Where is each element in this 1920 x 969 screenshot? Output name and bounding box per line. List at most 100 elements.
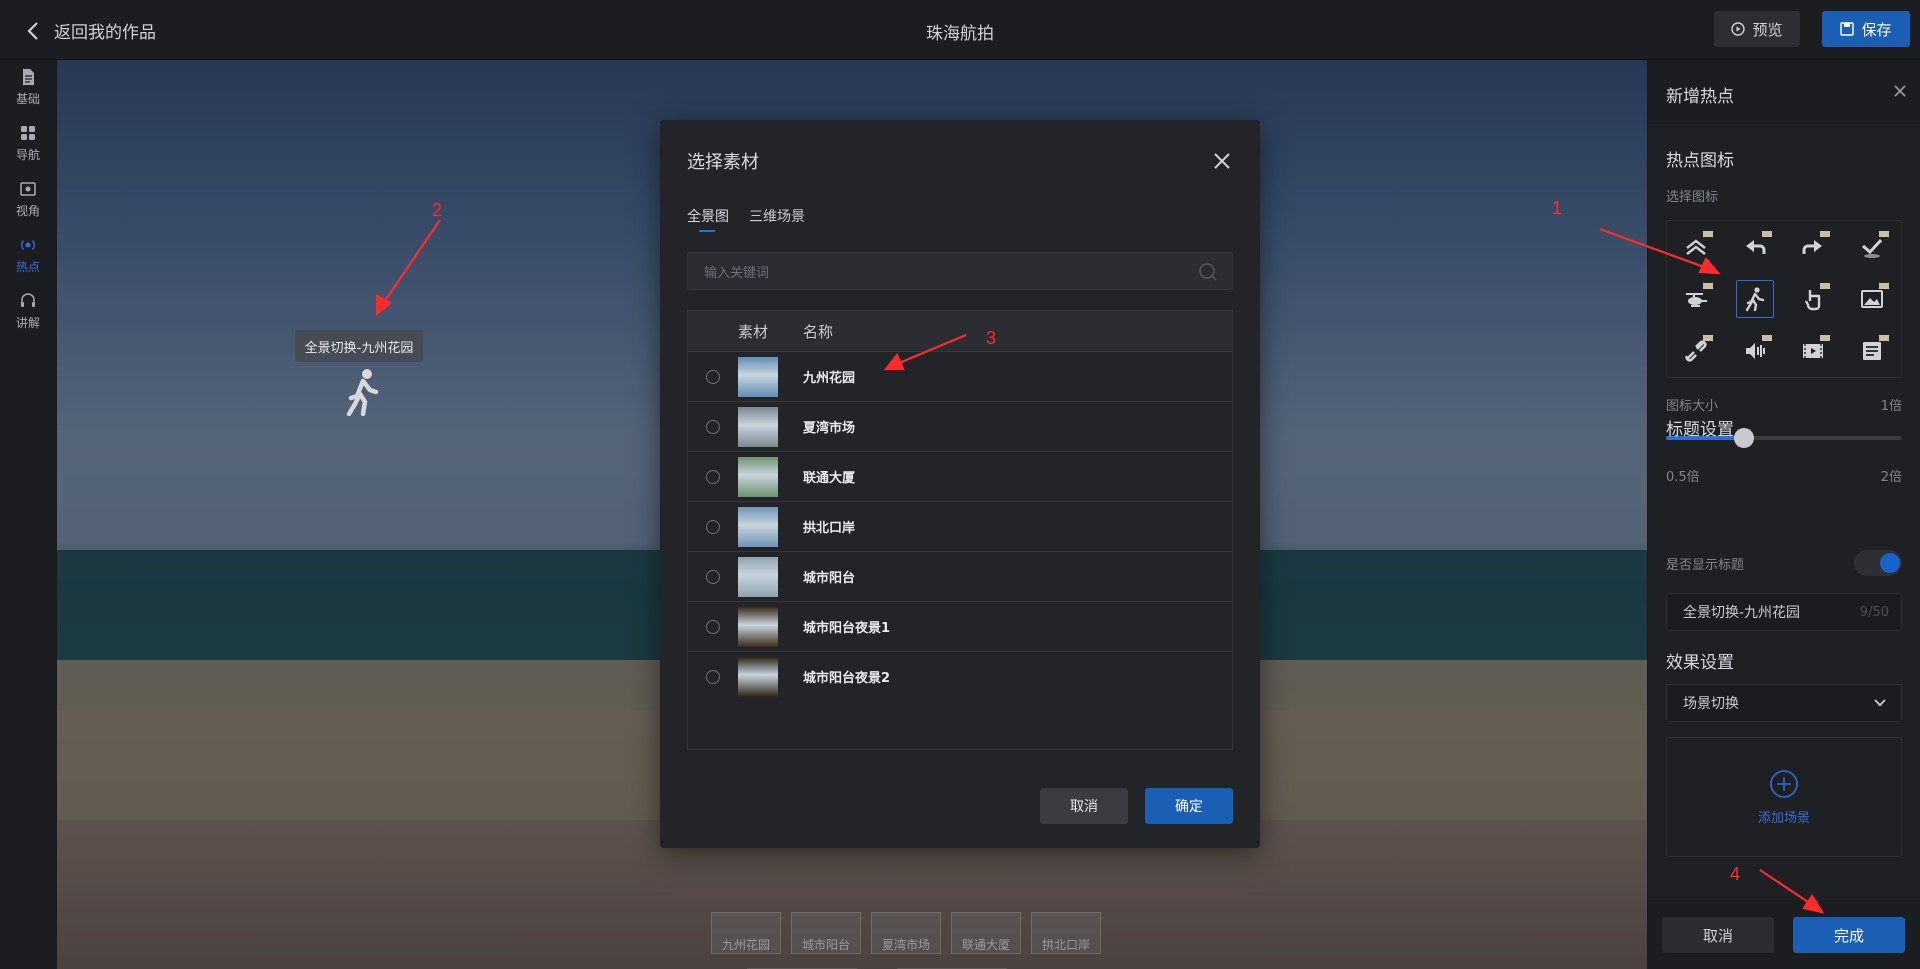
- rail-item-narration[interactable]: 讲解: [0, 284, 56, 338]
- walker-icon[interactable]: [1735, 280, 1774, 318]
- thumbnail-image: [738, 606, 778, 647]
- rail-item-hotspot[interactable]: 热点: [0, 228, 56, 282]
- text-icon[interactable]: [1853, 332, 1891, 370]
- panel-title: 新增热点: [1666, 87, 1734, 107]
- row-radio[interactable]: [688, 569, 738, 584]
- strip-thumb[interactable]: 城市阳台: [791, 912, 861, 954]
- table-row[interactable]: 联通大厦: [688, 451, 1232, 501]
- strip-thumb[interactable]: 九州花园: [711, 912, 781, 954]
- strip-thumb[interactable]: 拱北口岸: [1031, 912, 1101, 954]
- col-material: 素材: [738, 322, 769, 341]
- icon-size-value: 1倍: [1880, 399, 1902, 414]
- row-radio[interactable]: [688, 669, 738, 684]
- hotspot-title[interactable]: 全景切换-九州花园: [295, 330, 423, 362]
- table-row[interactable]: 城市阳台: [688, 551, 1232, 601]
- dialog-ok-button[interactable]: 确定: [1145, 788, 1233, 824]
- left-rail: 基础 导航 视角 热点 讲解: [0, 60, 56, 969]
- search-icon[interactable]: [1198, 262, 1218, 282]
- row-thumbnail: [738, 406, 803, 447]
- table-header: 素材 名称: [688, 311, 1232, 351]
- strip-thumb[interactable]: 夏湾市场: [871, 912, 941, 954]
- image-icon[interactable]: [1853, 280, 1891, 318]
- close-icon[interactable]: [1213, 152, 1231, 170]
- tab-3d-scene[interactable]: 三维场景: [749, 206, 805, 232]
- table-row[interactable]: 城市阳台夜景1: [688, 601, 1232, 651]
- search-input[interactable]: 输入关键词: [687, 252, 1233, 290]
- dialog-cancel-button[interactable]: 取消: [1040, 788, 1128, 824]
- rail-item-basic[interactable]: 基础: [0, 60, 56, 114]
- plus-circle-icon: [1770, 769, 1798, 798]
- effect-select[interactable]: 场景切换: [1666, 684, 1902, 722]
- panel-footer: 取消 完成: [1648, 900, 1920, 969]
- hand-pointer-icon[interactable]: [1794, 280, 1832, 318]
- show-title-row: 是否显示标题: [1666, 550, 1902, 576]
- row-thumbnail: [738, 656, 803, 697]
- close-icon[interactable]: [1893, 84, 1907, 98]
- show-title-label: 是否显示标题: [1666, 558, 1745, 573]
- icon-section-title: 热点图标: [1666, 151, 1734, 171]
- col-name: 名称: [803, 322, 834, 341]
- row-thumbnail: [738, 356, 803, 397]
- document-icon: [23, 68, 34, 85]
- search-placeholder: 输入关键词: [704, 265, 770, 281]
- row-radio[interactable]: [688, 419, 738, 434]
- tab-panorama[interactable]: 全景图: [687, 206, 729, 232]
- turn-left-icon[interactable]: [1736, 228, 1774, 266]
- turn-right-icon[interactable]: [1794, 228, 1832, 266]
- thumbnail-image: [738, 506, 778, 547]
- helicopter-icon[interactable]: [1677, 280, 1715, 318]
- panel-done-button[interactable]: 完成: [1793, 917, 1905, 953]
- row-name: 城市阳台: [803, 571, 856, 586]
- row-name: 九州花园: [803, 371, 856, 386]
- narration-icon: [21, 292, 35, 307]
- row-radio[interactable]: [688, 369, 738, 384]
- table-row[interactable]: 九州花园: [688, 351, 1232, 401]
- icon-size-label: 图标大小: [1666, 399, 1719, 414]
- dialog-tabs: 全景图 三维场景: [687, 206, 805, 232]
- walker-icon[interactable]: [343, 368, 383, 416]
- row-name: 联通大厦: [803, 471, 856, 486]
- thumbnail-image: [738, 656, 778, 697]
- table-row[interactable]: 夏湾市场: [688, 401, 1232, 451]
- show-title-toggle[interactable]: [1854, 550, 1902, 576]
- rail-item-nav[interactable]: 导航: [0, 116, 56, 170]
- save-label: 保存: [1861, 20, 1892, 39]
- panel-cancel-button[interactable]: 取消: [1662, 917, 1774, 953]
- save-button[interactable]: 保存: [1822, 11, 1910, 47]
- title-input[interactable]: 全景切换-九州花园 9/50: [1666, 593, 1902, 631]
- rail-label: 视角: [15, 203, 40, 218]
- link-icon[interactable]: [1677, 332, 1715, 370]
- preview-label: 预览: [1752, 20, 1783, 39]
- table-row[interactable]: 拱北口岸: [688, 501, 1232, 551]
- thumbnail-image: [738, 406, 778, 447]
- row-radio[interactable]: [688, 519, 738, 534]
- strip-thumb[interactable]: 联通大厦: [951, 912, 1021, 954]
- annotation-label: 2: [432, 200, 443, 220]
- audio-icon[interactable]: [1736, 332, 1774, 370]
- slider-knob[interactable]: [1733, 428, 1754, 448]
- rail-label: 基础: [15, 91, 40, 106]
- rail-label: 讲解: [15, 315, 40, 330]
- check-icon[interactable]: [1853, 228, 1891, 266]
- rail-item-view[interactable]: 视角: [0, 172, 56, 226]
- row-name: 城市阳台夜景2: [803, 671, 891, 686]
- material-table: 素材 名称 九州花园夏湾市场联通大厦拱北口岸城市阳台城市阳台夜景1 城市阳台夜景2: [687, 310, 1233, 750]
- row-radio[interactable]: [688, 469, 738, 484]
- icon-size-row: 图标大小 1倍: [1666, 395, 1902, 414]
- effect-select-value: 场景切换: [1683, 696, 1739, 712]
- row-name: 夏湾市场: [803, 421, 856, 436]
- add-scene-button[interactable]: 添加场景: [1666, 737, 1902, 857]
- row-name: 拱北口岸: [803, 521, 856, 536]
- table-row[interactable]: 城市阳台夜景2: [688, 651, 1232, 701]
- page-title: 珠海航拍: [926, 24, 994, 44]
- rail-label: 导航: [15, 147, 40, 162]
- thumbnail-image: [738, 356, 778, 397]
- video-icon[interactable]: [1794, 332, 1832, 370]
- double-chevron-up-icon[interactable]: [1677, 228, 1715, 266]
- row-radio[interactable]: [688, 619, 738, 634]
- preview-button[interactable]: 预览: [1714, 11, 1800, 47]
- row-thumbnail: [738, 506, 803, 547]
- title-section-title: 标题设置: [1666, 420, 1734, 440]
- hotspot-icon: [21, 239, 35, 250]
- thumbnail-image: [738, 556, 778, 597]
